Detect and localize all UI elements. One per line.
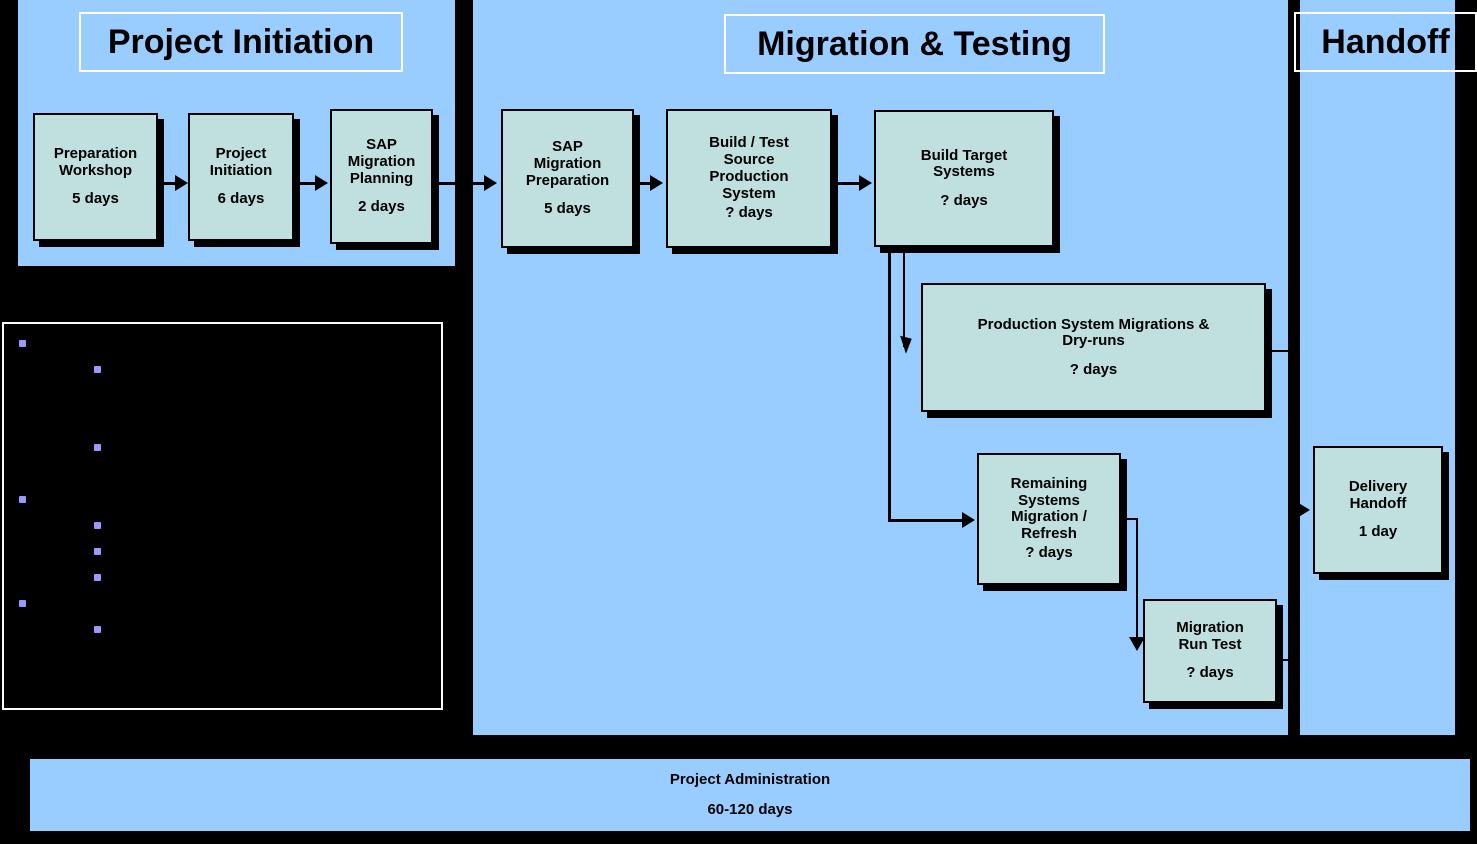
connector-buildtarget-to-remaining-vertical xyxy=(888,247,891,522)
task-duration: 5 days xyxy=(72,190,119,208)
connector-planning-to-preparation xyxy=(433,182,487,185)
arrow-remaining-to-runtest xyxy=(1129,637,1145,651)
phase-panel-handoff xyxy=(1300,0,1455,735)
project-timeline-diagram: Project Initiation Migration & Testing H… xyxy=(0,0,1477,844)
task-production-system-migrations-dry-runs[interactable]: Production System Migrations & Dry-runs … xyxy=(921,283,1266,412)
task-migration-run-test[interactable]: Migration Run Test ? days xyxy=(1143,599,1277,703)
arrow-prep-to-init xyxy=(175,175,188,191)
task-preparation-workshop[interactable]: Preparation Workshop 5 days xyxy=(33,113,158,241)
connector-buildtarget-to-prodmig-vertical xyxy=(903,247,905,347)
connector-prodmig-to-trunk xyxy=(1266,350,1290,352)
task-duration: ? days xyxy=(725,203,773,221)
task-delivery-handoff[interactable]: Delivery Handoff 1 day xyxy=(1313,446,1443,574)
task-label: Preparation Workshop xyxy=(53,145,138,179)
task-label: SAP Migration Planning xyxy=(347,136,416,187)
notes-panel xyxy=(2,322,443,710)
task-label: Production System Migrations & Dry-runs xyxy=(977,315,1210,350)
phase-title-migration-testing: Migration & Testing xyxy=(724,14,1105,74)
arrow-buildtest-to-buildtarget xyxy=(859,175,872,191)
task-label: Remaining Systems Migration / Refresh xyxy=(1010,474,1088,543)
task-duration: ? days xyxy=(1069,360,1118,378)
notes-bullet-level1 xyxy=(19,340,26,347)
task-label: SAP Migration Preparation xyxy=(525,138,610,189)
arrow-init-to-planning xyxy=(315,175,328,191)
task-project-initiation[interactable]: Project Initiation 6 days xyxy=(188,113,294,241)
notes-bullet-level2 xyxy=(94,366,101,373)
task-label: Migration Run Test xyxy=(1176,619,1244,653)
notes-bullet-level2 xyxy=(94,626,101,633)
arrow-planning-to-preparation xyxy=(484,175,497,191)
project-administration-duration: 60-120 days xyxy=(707,801,793,818)
notes-bullet-level1 xyxy=(19,600,26,607)
task-duration: 2 days xyxy=(358,197,405,215)
task-build-test-source-production-system[interactable]: Build / Test Source Production System ? … xyxy=(666,109,832,248)
phase-title-project-initiation: Project Initiation xyxy=(79,12,403,72)
notes-bullet-level2 xyxy=(94,444,101,451)
task-duration: 1 day xyxy=(1358,523,1398,541)
task-build-target-systems[interactable]: Build Target Systems ? days xyxy=(874,110,1054,247)
task-sap-migration-planning[interactable]: SAP Migration Planning 2 days xyxy=(330,109,433,244)
connector-buildtarget-to-remaining-horizontal xyxy=(888,519,966,522)
connector-handoff-trunk xyxy=(1288,350,1291,661)
notes-bullet-level1 xyxy=(19,496,26,503)
task-sap-migration-preparation[interactable]: SAP Migration Preparation 5 days xyxy=(501,109,634,248)
task-duration: ? days xyxy=(940,191,988,209)
connector-remaining-to-runtest-vertical xyxy=(1136,518,1138,645)
task-duration: 5 days xyxy=(544,199,591,217)
task-duration: ? days xyxy=(1186,664,1234,682)
connector-runtest-to-trunk xyxy=(1277,659,1290,661)
task-label: Build Target Systems xyxy=(920,146,1008,181)
notes-bullet-level2 xyxy=(94,522,101,529)
task-remaining-systems-migration-refresh[interactable]: Remaining Systems Migration / Refresh ? … xyxy=(977,453,1121,585)
notes-bullet-level2 xyxy=(94,548,101,555)
project-administration-label: Project Administration xyxy=(669,770,831,788)
task-duration: 6 days xyxy=(217,190,265,208)
task-label: Delivery Handoff xyxy=(1348,478,1408,512)
arrow-preparation-to-buildtest xyxy=(650,175,663,191)
task-label: Project Initiation xyxy=(209,145,273,179)
notes-bullet-level2 xyxy=(94,574,101,581)
task-duration: ? days xyxy=(1025,544,1073,562)
project-administration-bar: Project Administration 60-120 days xyxy=(30,759,1470,831)
arrow-trunk-to-delivery-handoff xyxy=(1297,502,1310,518)
arrow-buildtarget-to-remaining xyxy=(962,512,975,528)
phase-title-handoff: Handoff xyxy=(1294,12,1477,72)
task-label: Build / Test Source Production System xyxy=(709,134,789,202)
